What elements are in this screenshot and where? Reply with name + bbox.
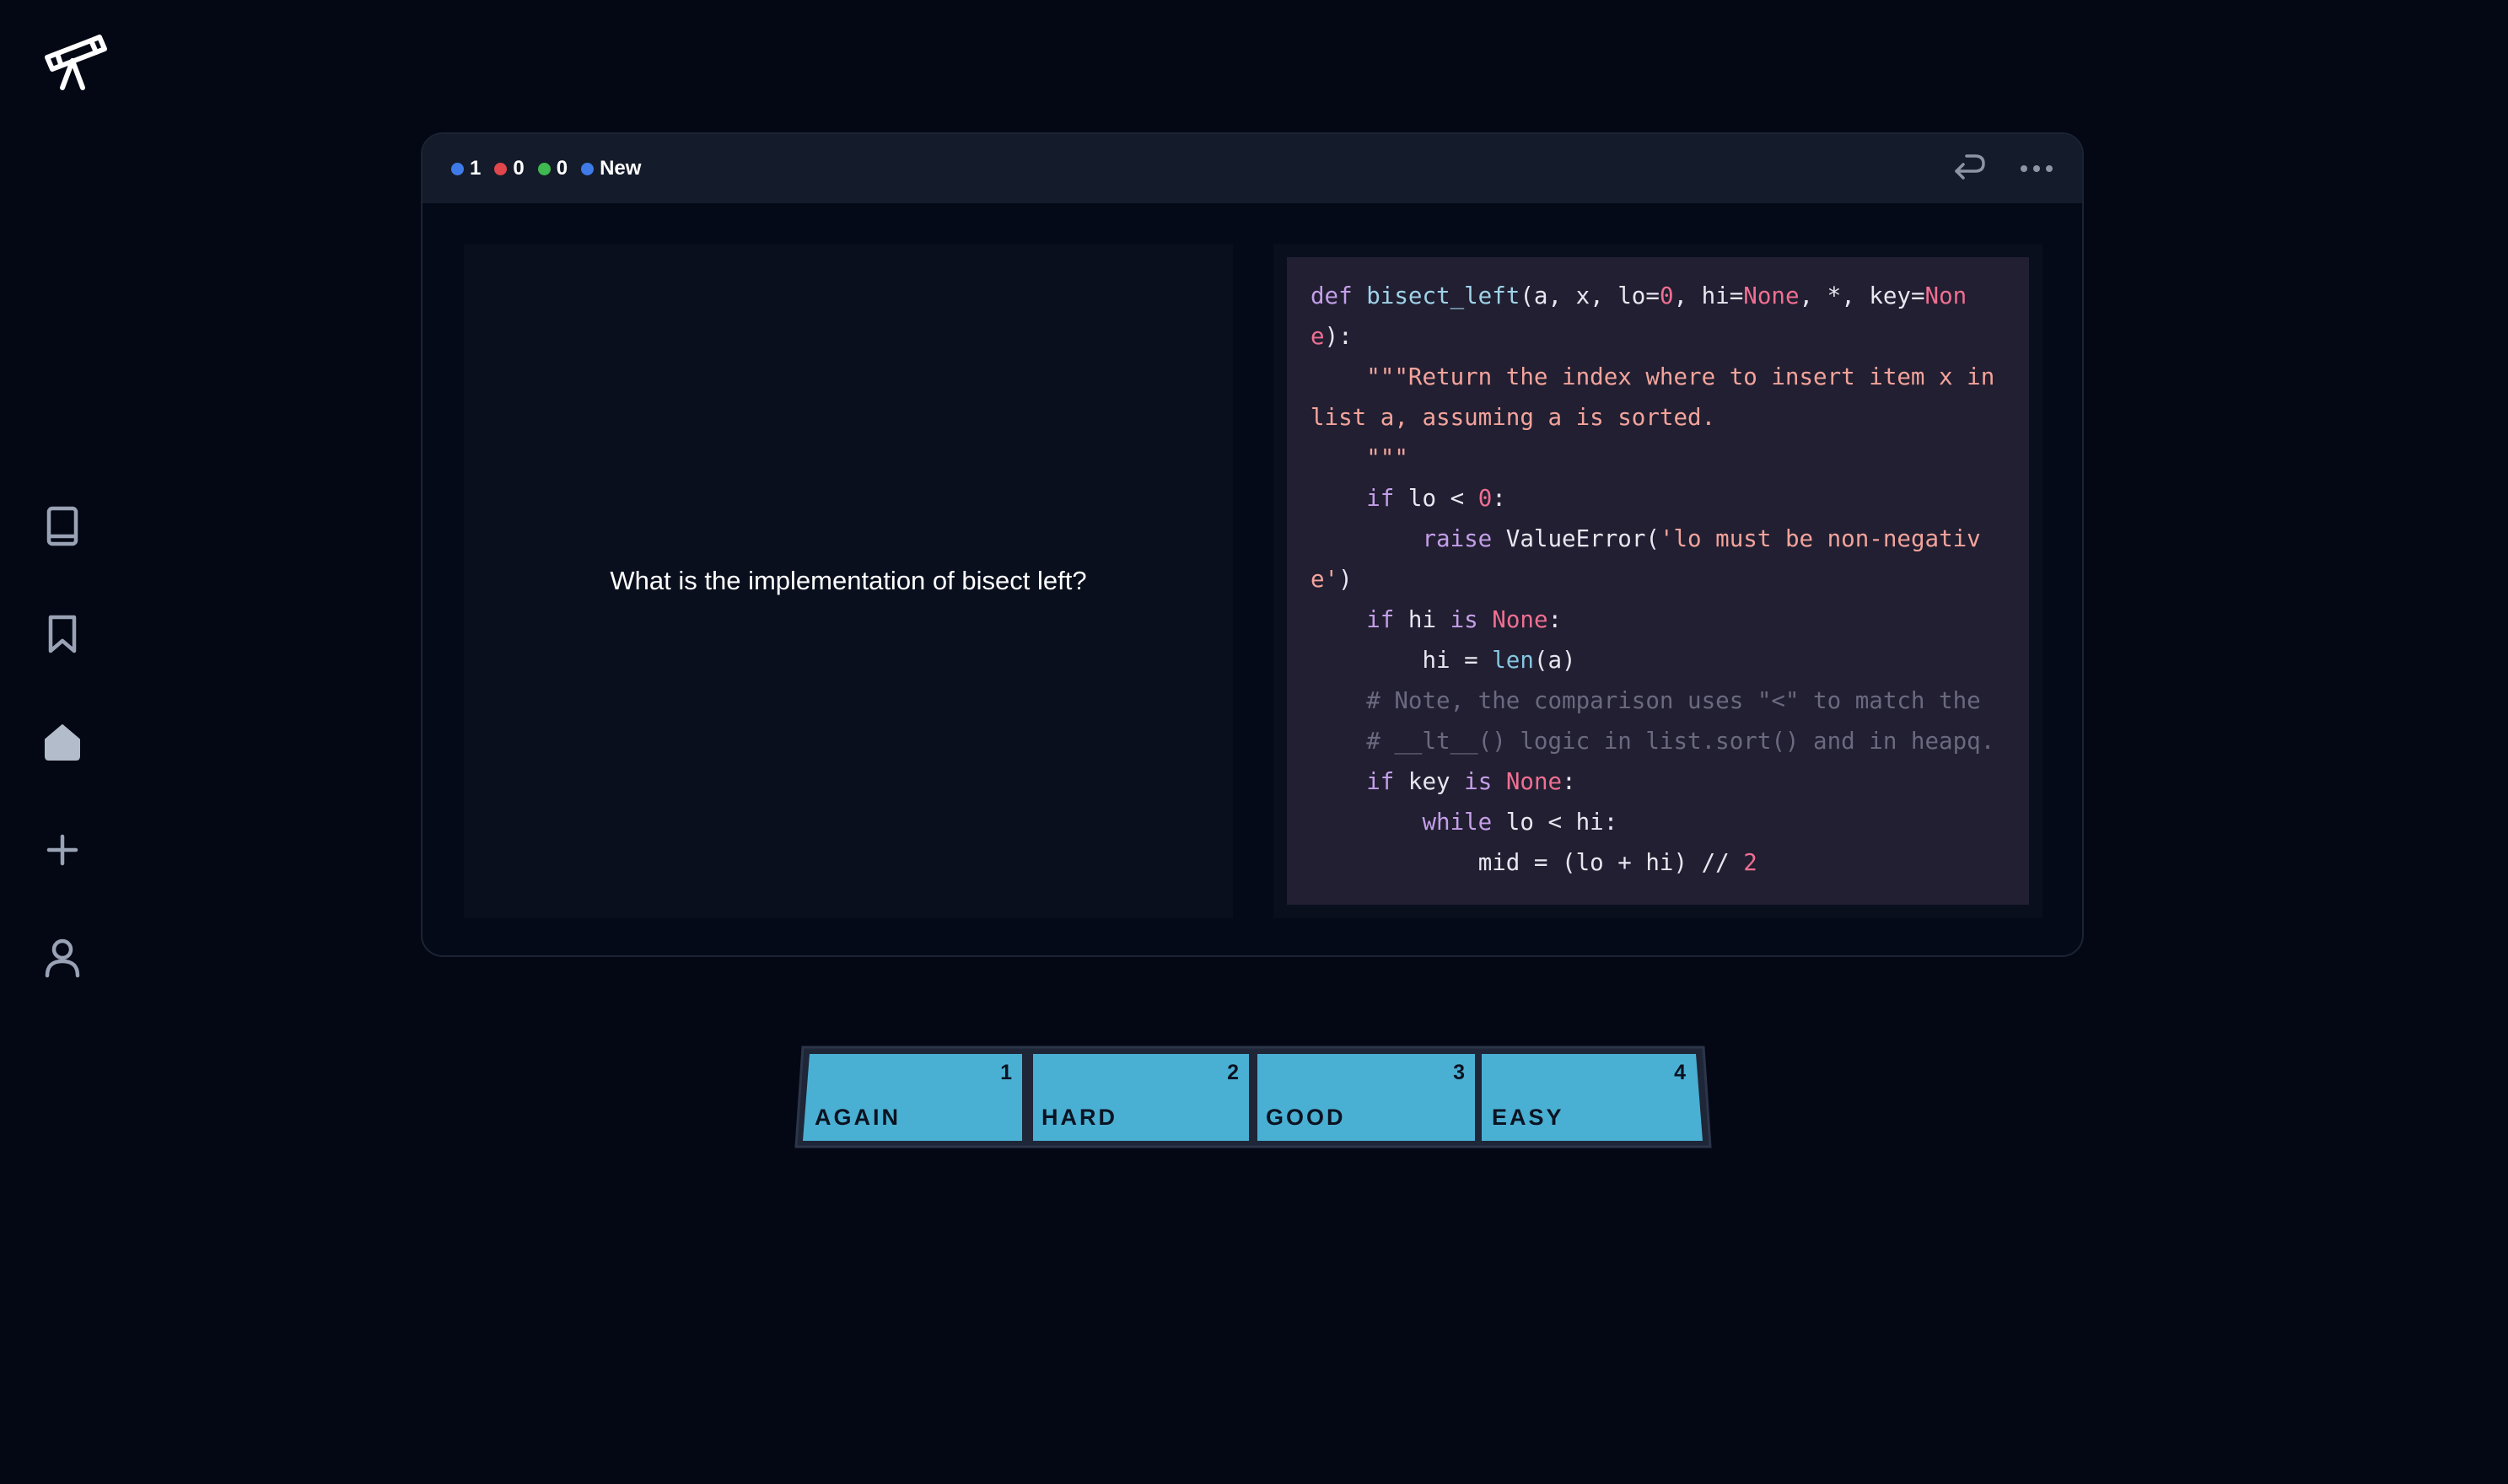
new-count: 1 (451, 157, 481, 180)
more-button[interactable] (2018, 151, 2055, 186)
sidebar-item-add[interactable] (40, 828, 84, 872)
review-count: 0 (537, 157, 568, 180)
code-block: def bisect_left(a, x, lo=0, hi=None, *, … (1287, 257, 2029, 905)
card-back: def bisect_left(a, x, lo=0, hi=None, *, … (1273, 244, 2042, 918)
review-dot (537, 162, 551, 175)
answer-code: def bisect_left(a, x, lo=0, hi=None, *, … (1311, 282, 1995, 876)
state-dot (581, 162, 595, 175)
easy-label: EASY (1492, 1105, 1564, 1130)
easy-button[interactable]: 4 EASY (1482, 1054, 1703, 1141)
sidebar-item-profile[interactable] (40, 936, 84, 980)
new-count-value: 1 (470, 157, 482, 180)
question-text: What is the implementation of bisect lef… (610, 566, 1087, 595)
more-icon (2021, 165, 2053, 172)
card-counts: 1 0 0 New (451, 157, 654, 180)
learning-count-value: 0 (513, 157, 525, 180)
card-state: New (581, 157, 641, 180)
easy-shortcut: 4 (1674, 1061, 1686, 1084)
learning-count: 0 (494, 157, 525, 180)
sidebar-item-home[interactable] (40, 720, 84, 764)
sidebar-item-decks[interactable] (40, 504, 84, 548)
again-shortcut: 1 (1000, 1061, 1012, 1084)
card-state-label: New (600, 157, 642, 180)
telescope-logo-icon[interactable] (42, 34, 108, 94)
book-icon (46, 506, 78, 546)
undo-icon (1955, 154, 1985, 180)
hard-button[interactable]: 2 HARD (1033, 1054, 1249, 1141)
home-icon (45, 724, 80, 761)
again-label: AGAIN (815, 1105, 901, 1130)
good-label: GOOD (1266, 1105, 1346, 1130)
new-dot (451, 162, 464, 175)
undo-button[interactable] (1951, 151, 1988, 186)
review-count-value: 0 (556, 157, 568, 180)
again-button[interactable]: 1 AGAIN (803, 1054, 1022, 1141)
hard-shortcut: 2 (1227, 1061, 1239, 1084)
learning-dot (494, 162, 508, 175)
good-shortcut: 3 (1453, 1061, 1465, 1084)
card-front: What is the implementation of bisect lef… (464, 244, 1233, 918)
card-header: 1 0 0 New (422, 134, 2082, 203)
hard-label: HARD (1041, 1105, 1117, 1130)
bookmark-icon (48, 615, 77, 653)
answer-buttons: 1 AGAIN 2 HARD 3 GOOD 4 EASY (794, 1046, 1712, 1148)
user-icon (45, 938, 80, 978)
good-button[interactable]: 3 GOOD (1257, 1054, 1475, 1141)
plus-icon (46, 834, 78, 866)
sidebar-item-bookmarks[interactable] (40, 612, 84, 656)
flashcard: 1 0 0 New What is the implementation of … (421, 132, 2084, 957)
